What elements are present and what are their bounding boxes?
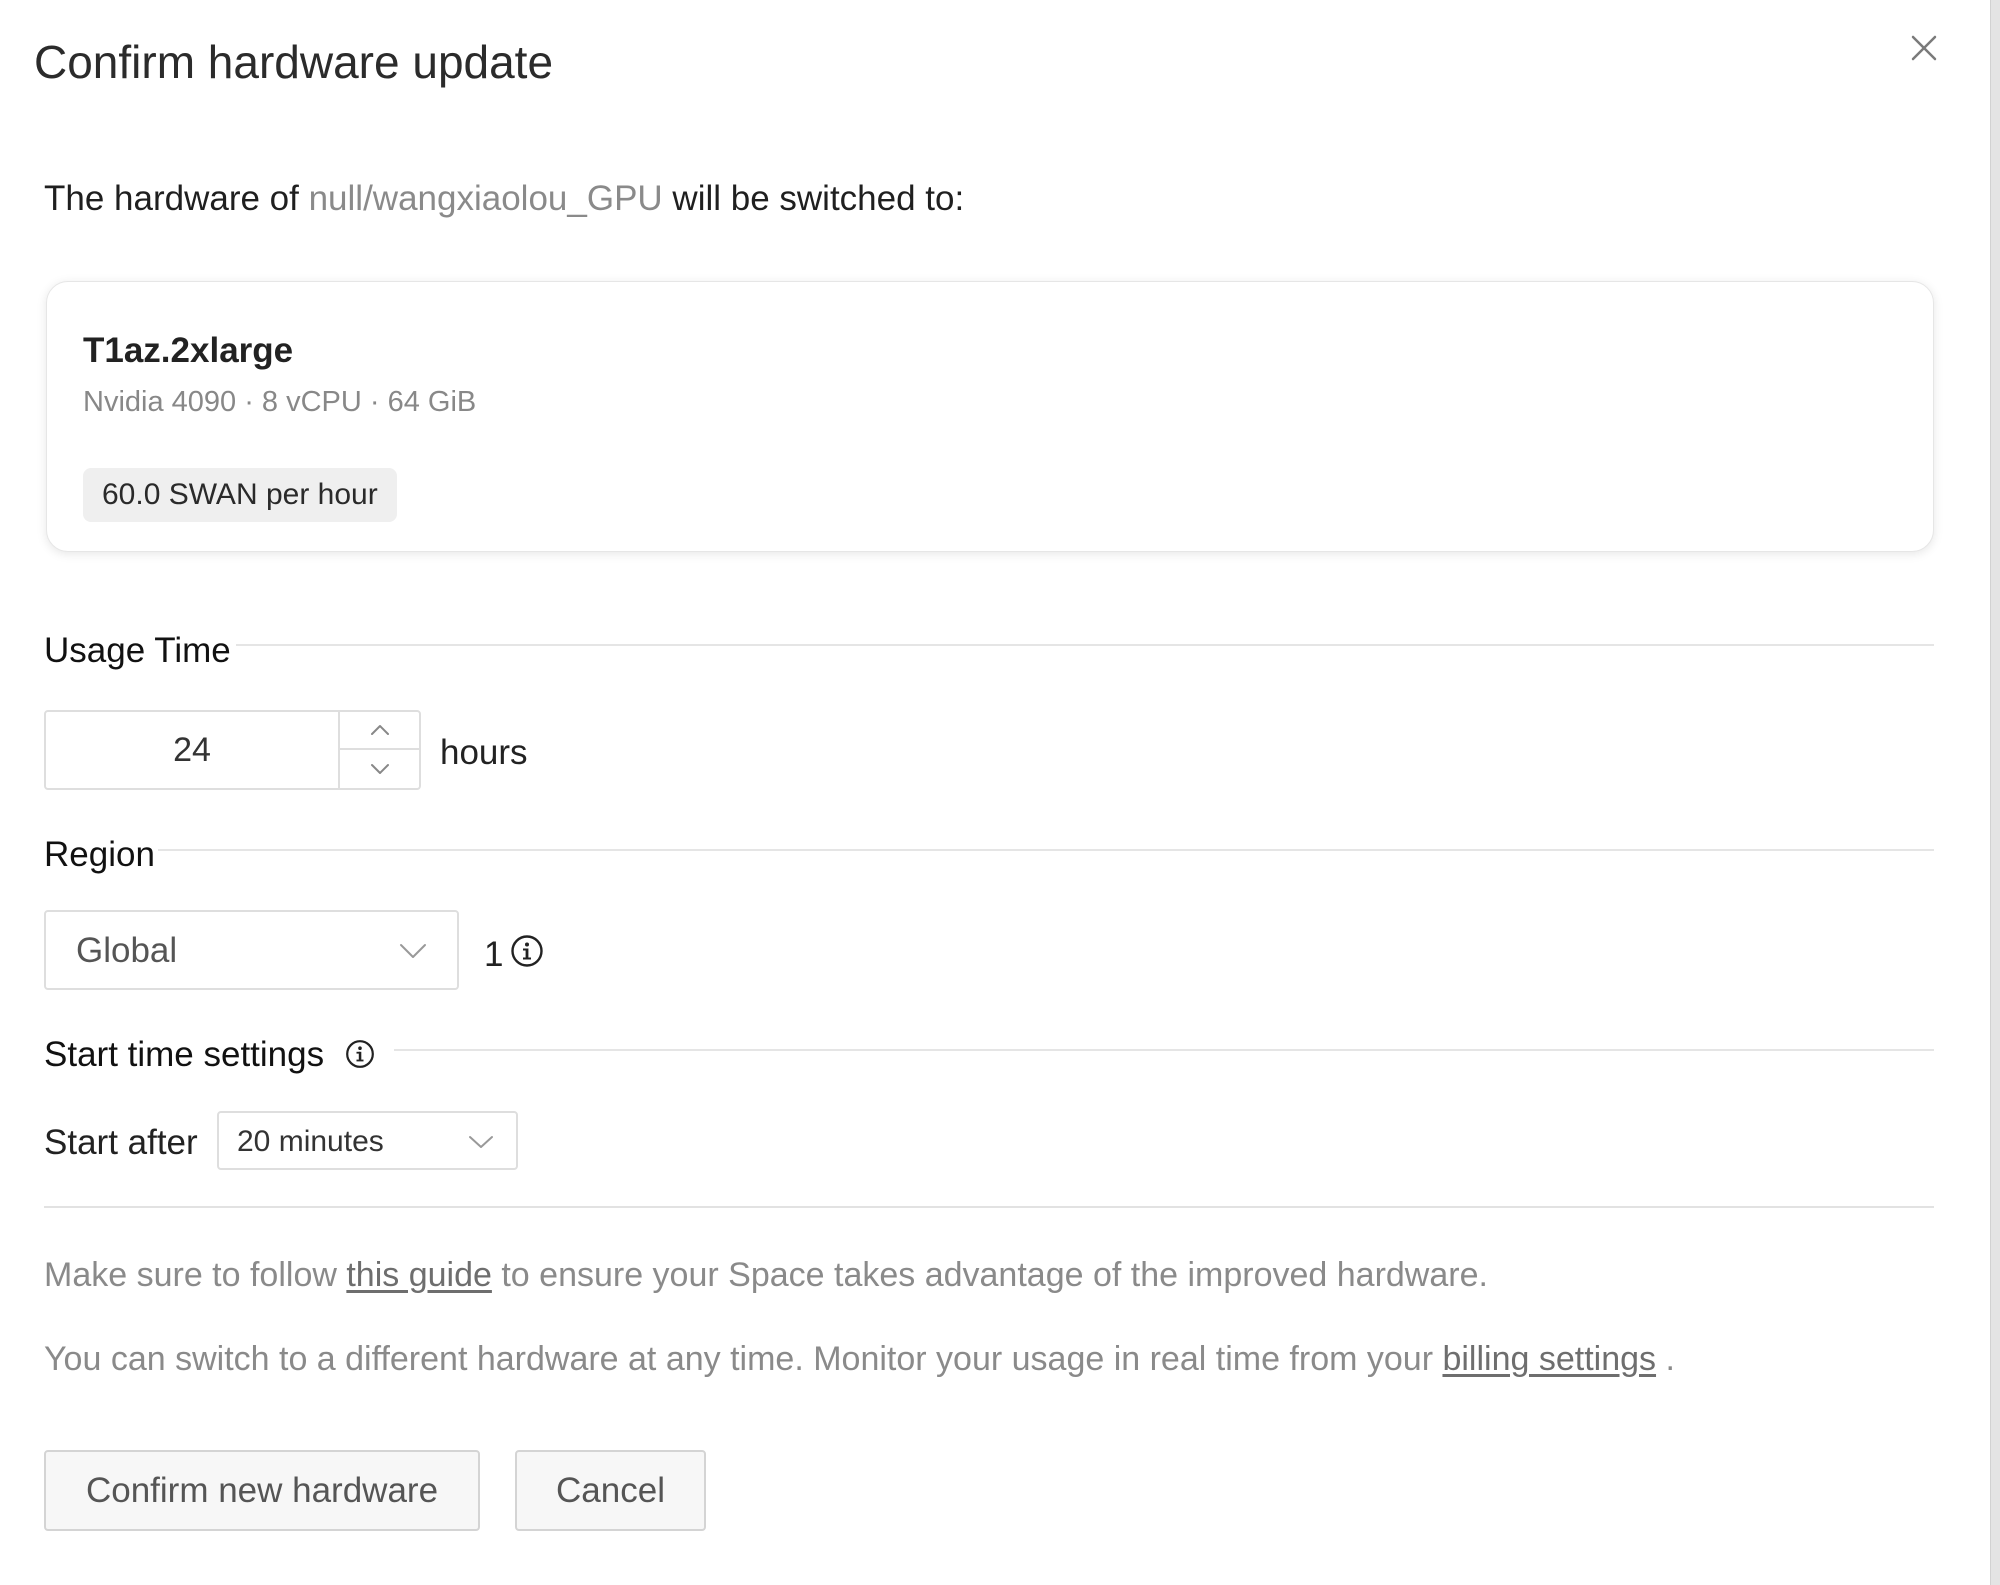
region-count: 1 [484,935,504,974]
chevron-down-icon [370,764,389,774]
region-info-icon[interactable] [510,934,544,968]
stepper-buttons [338,712,419,788]
region-selected-value: Global [76,931,178,970]
background-window-edge [1990,0,2000,1585]
usage-time-input[interactable] [46,712,338,788]
cancel-button[interactable]: Cancel [515,1450,706,1531]
chevron-down-icon [400,944,426,958]
start-after-label: Start after [44,1123,198,1162]
region-heading: Region [44,835,155,874]
start-after-select[interactable]: 20 minutes [217,1111,518,1170]
start-time-info-icon[interactable] [345,1039,375,1069]
region-divider [158,849,1934,851]
intro-prefix: The hardware of [44,179,309,218]
chevron-down-icon [469,1136,493,1148]
usage-time-divider [236,644,1934,646]
usage-time-unit: hours [440,733,528,772]
intro-text: The hardware of null/wangxiaolou_GPU wil… [44,176,964,222]
start-after-selected-value: 20 minutes [237,1125,384,1158]
billing-note: You can switch to a different hardware a… [44,1336,1675,1382]
stepper-decrement-button[interactable] [340,750,419,788]
hardware-price-badge: 60.0 SWAN per hour [83,468,397,522]
close-button[interactable] [1900,24,1948,72]
close-icon [1911,35,1937,61]
this-guide-link[interactable]: this guide [346,1256,492,1294]
space-name: null/wangxiaolou_GPU [308,179,663,218]
billing-note-prefix: You can switch to a different hardware a… [44,1340,1443,1378]
intro-suffix: will be switched to: [662,179,965,218]
guide-note: Make sure to follow this guide to ensure… [44,1252,1488,1298]
start-time-divider [394,1049,1934,1051]
hardware-specs: Nvidia 4090 · 8 vCPU · 64 GiB [83,386,477,418]
confirm-hardware-dialog: Confirm hardware update The hardware of … [0,0,1990,1585]
guide-note-prefix: Make sure to follow [44,1256,347,1294]
billing-settings-link[interactable]: billing settings [1442,1340,1656,1378]
stepper-increment-button[interactable] [340,712,419,750]
dialog-title: Confirm hardware update [34,36,554,88]
confirm-new-hardware-button[interactable]: Confirm new hardware [44,1450,480,1531]
notes-divider [44,1206,1934,1208]
usage-time-heading: Usage Time [44,631,231,670]
hardware-card: T1az.2xlarge Nvidia 4090 · 8 vCPU · 64 G… [46,281,1934,552]
guide-note-suffix: to ensure your Space takes advantage of … [491,1256,1488,1294]
region-select[interactable]: Global [44,910,459,990]
billing-note-suffix: . [1656,1340,1675,1378]
start-time-heading: Start time settings [44,1035,325,1074]
chevron-up-icon [370,725,389,735]
usage-time-stepper[interactable] [44,710,421,790]
hardware-name: T1az.2xlarge [83,331,294,370]
